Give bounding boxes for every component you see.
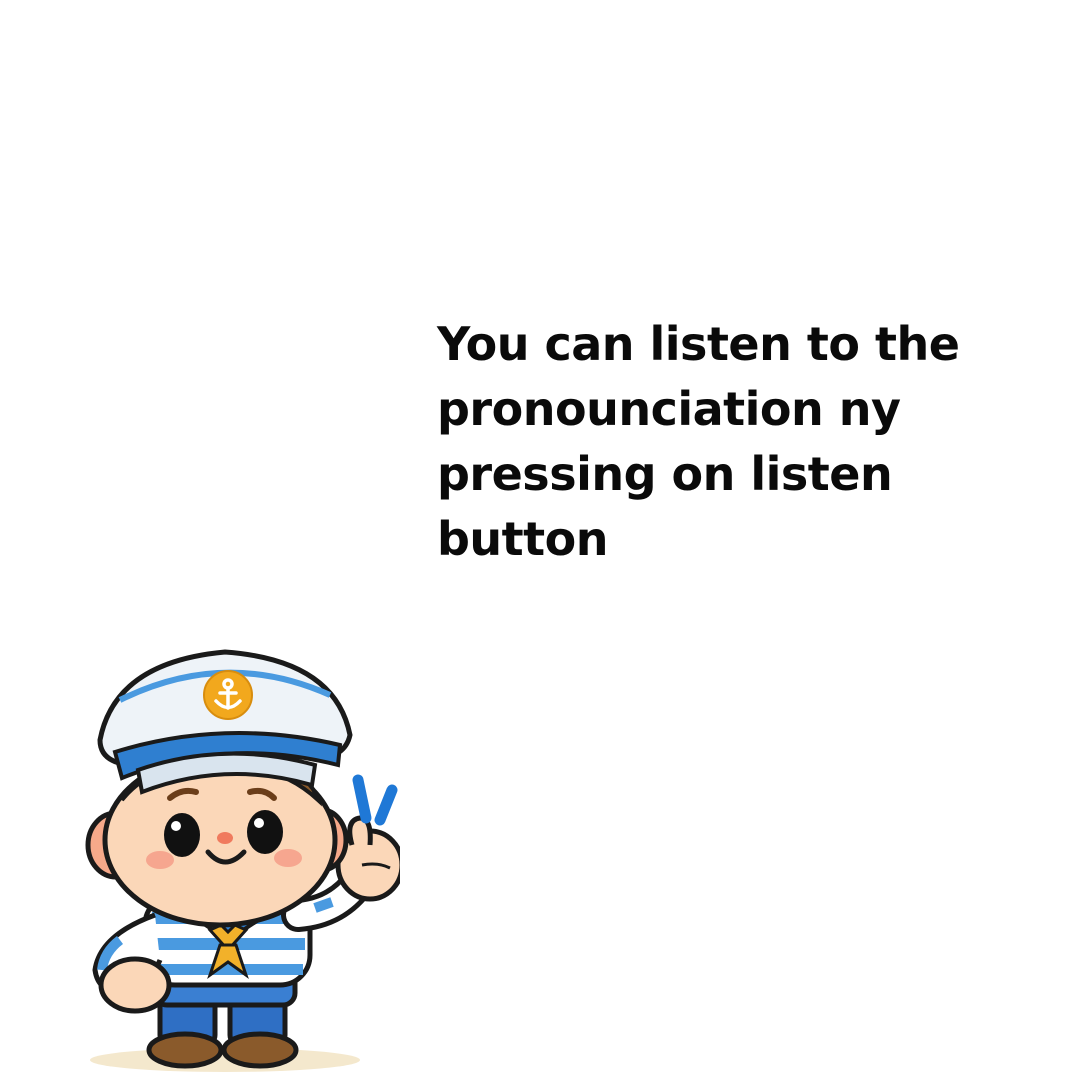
tutorial-screen: You can listen to the pronounciation ny …	[0, 0, 1080, 1080]
tutorial-message: You can listen to the pronounciation ny …	[437, 317, 960, 566]
sailor-mascot-icon	[85, 649, 400, 1072]
